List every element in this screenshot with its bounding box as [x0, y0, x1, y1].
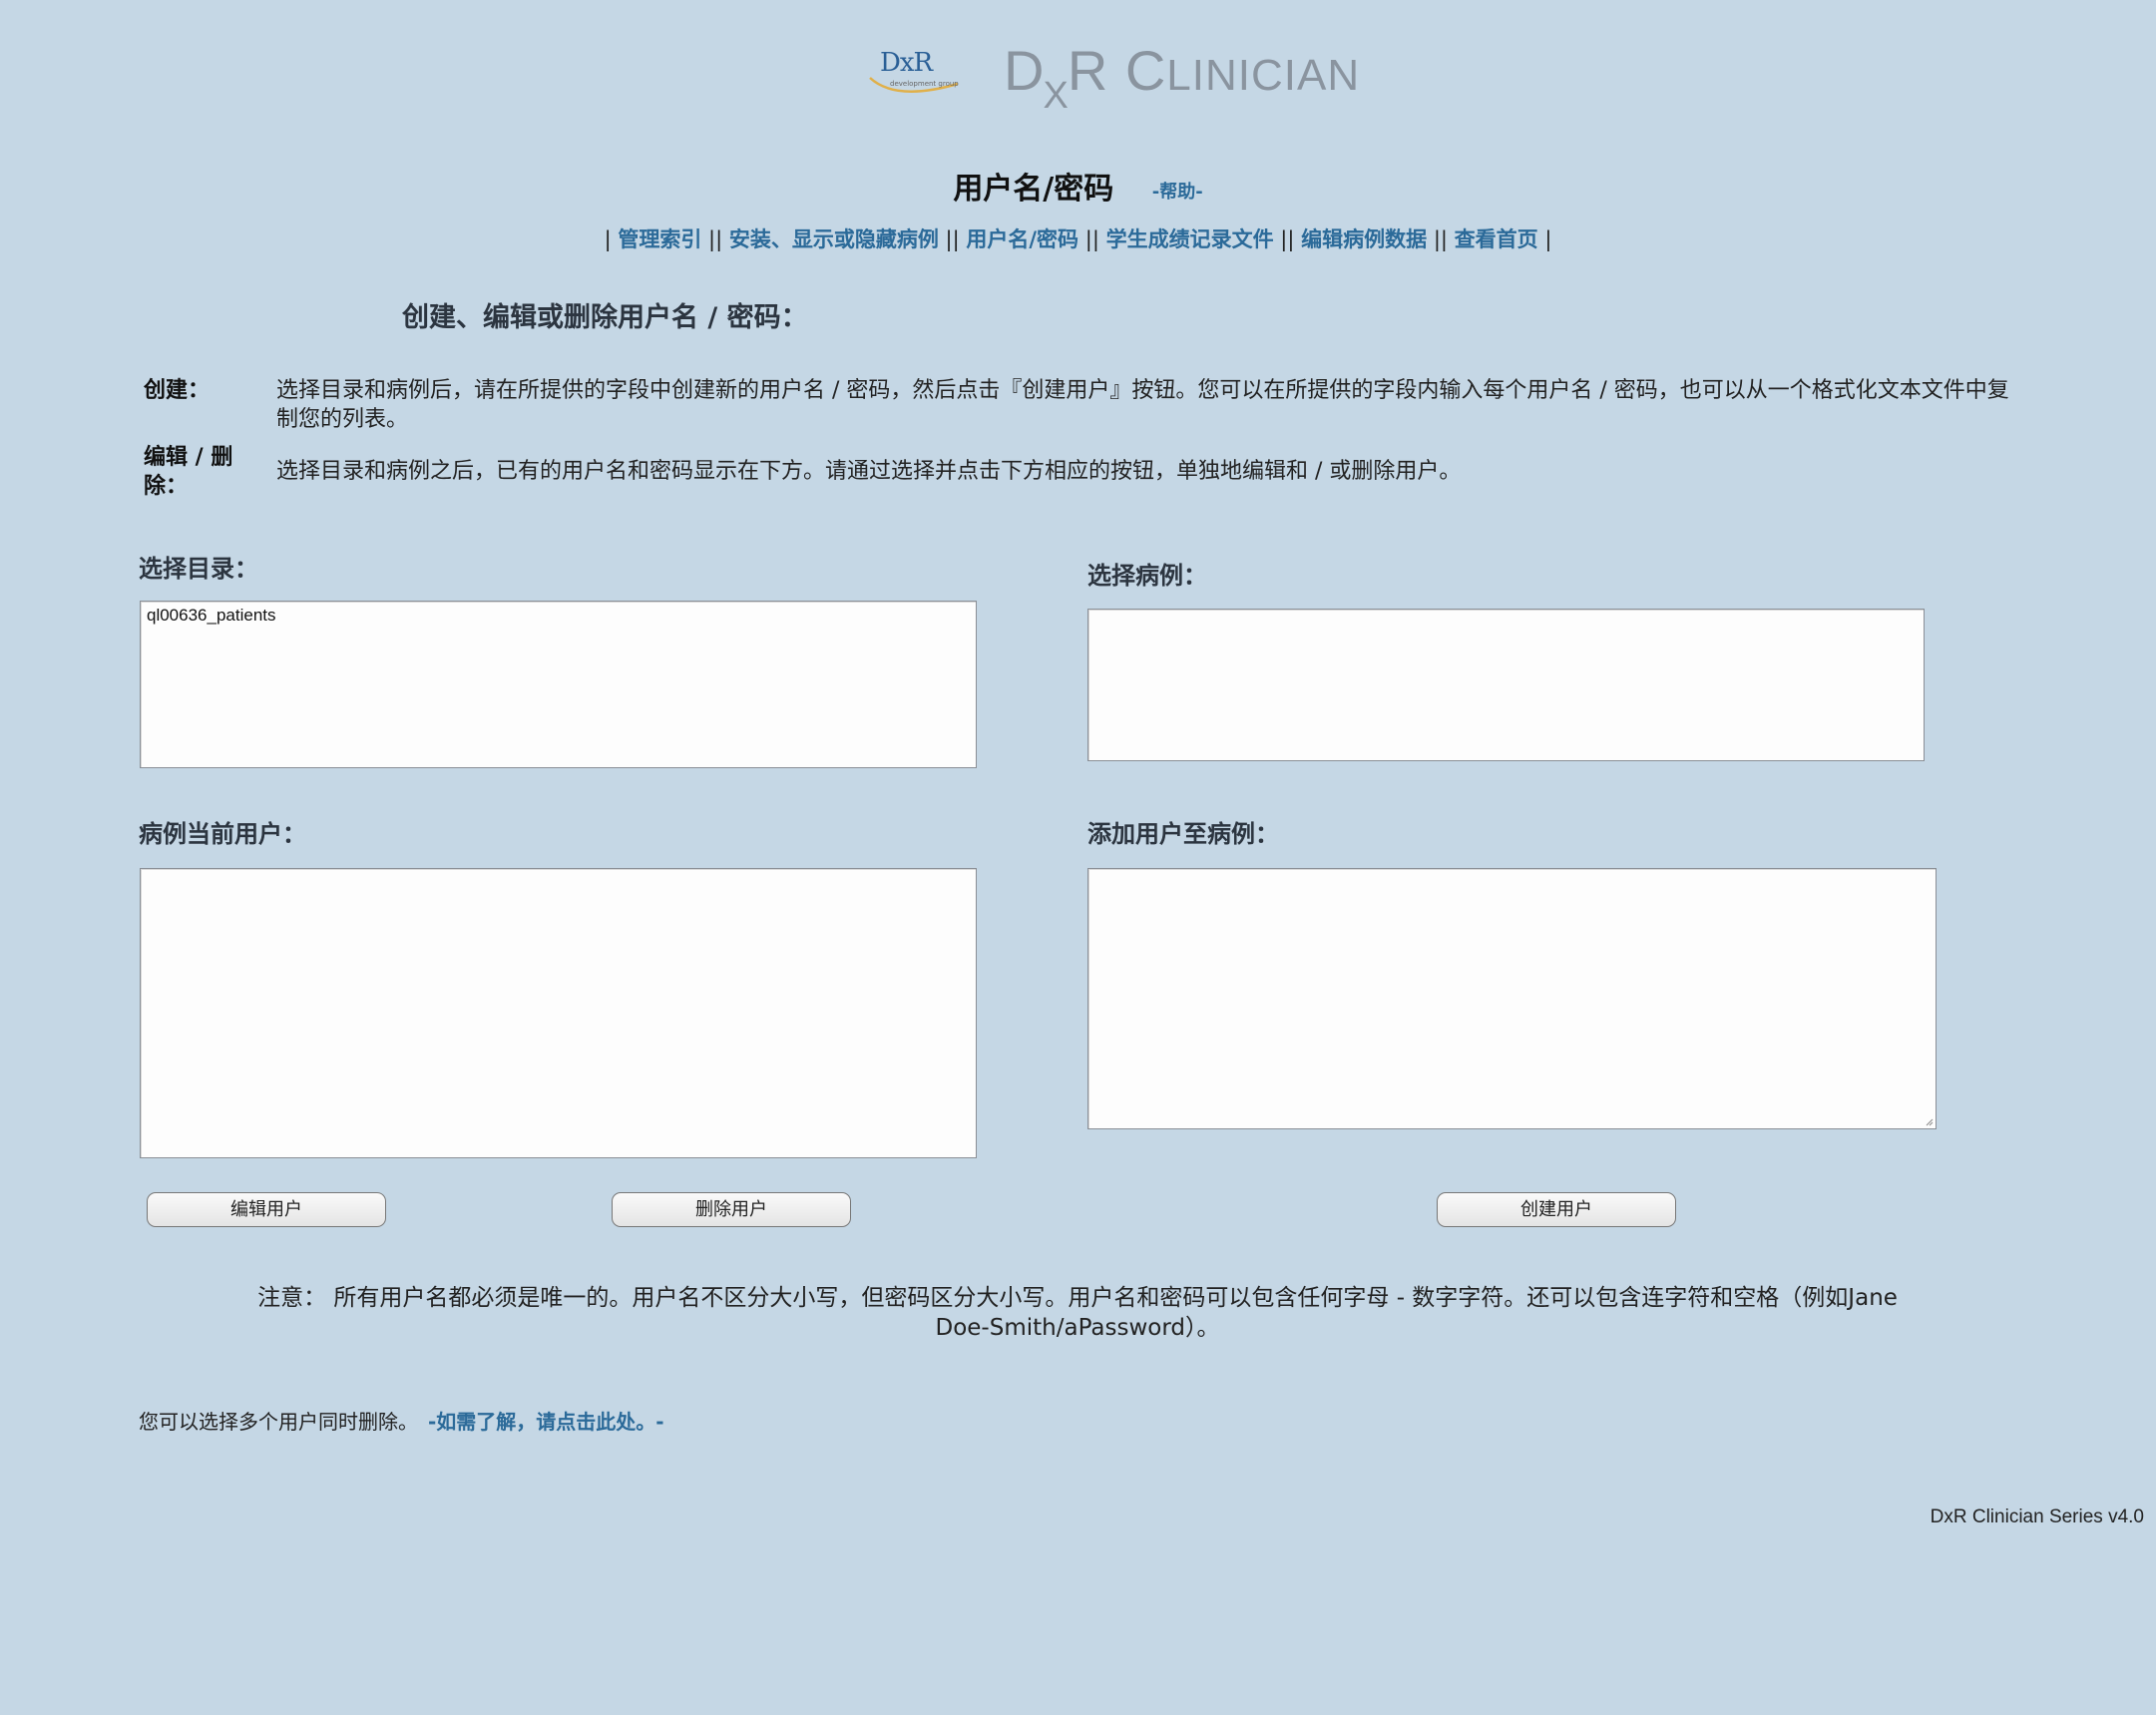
section-title: 创建、编辑或删除用户名 / 密码：	[402, 302, 808, 333]
logo-big-rest: LINICIAN	[1166, 51, 1361, 100]
multi-delete-text: 您可以选择多个用户同时删除。	[139, 1410, 418, 1434]
nav-usernames-passwords[interactable]: 用户名/密码	[966, 227, 1078, 251]
add-users-textarea[interactable]	[1087, 868, 1937, 1129]
page-title-row: 用户名/密码 -帮助-	[0, 164, 2156, 208]
multi-delete-hint: 您可以选择多个用户同时删除。 -如需了解，请点击此处。-	[139, 1406, 664, 1435]
logo-big-d: D	[1004, 39, 1046, 102]
nav-separator: |	[1544, 227, 1552, 251]
select-case-label: 选择病例：	[1087, 562, 1207, 590]
dxr-development-group-logo: DxR development group	[866, 44, 966, 100]
directory-listbox[interactable]: ql00636_patients	[140, 601, 977, 768]
resize-grip-icon[interactable]	[1926, 1118, 1934, 1126]
create-term: 创建：	[144, 378, 211, 403]
nav-edit-case-data[interactable]: 编辑病例数据	[1301, 227, 1427, 251]
create-user-button[interactable]: 创建用户	[1437, 1192, 1676, 1227]
nav-separator: ||	[1084, 227, 1099, 251]
nav-separator: ||	[945, 227, 960, 251]
nav-separator: ||	[1280, 227, 1295, 251]
dxr-clinician-logo: DXR CLINICIAN	[1004, 38, 1361, 117]
nav-view-homepage[interactable]: 查看首页	[1455, 227, 1538, 251]
logo-small-text: DxR	[880, 48, 933, 78]
logo-small-subtext: development group	[890, 80, 959, 88]
nav-separator: ||	[708, 227, 723, 251]
add-users-label: 添加用户至病例：	[1087, 820, 1279, 848]
directory-option[interactable]: ql00636_patients	[141, 602, 976, 630]
logo-big-r: R	[1067, 39, 1109, 102]
case-listbox[interactable]	[1087, 609, 1925, 761]
delete-user-button[interactable]: 删除用户	[612, 1192, 851, 1227]
page-title: 用户名/密码	[953, 172, 1114, 207]
edit-delete-description: 选择目录和病例之后，已有的用户名和密码显示在下方。请通过选择并点击下方相应的按钮…	[276, 459, 1462, 484]
logo-big-c: C	[1124, 39, 1167, 102]
logo-big-x: X	[1043, 75, 1070, 117]
current-users-listbox[interactable]	[140, 868, 977, 1158]
edit-delete-term: 编辑 / 删除：	[144, 445, 233, 499]
help-link[interactable]: -帮助-	[1152, 182, 1203, 203]
nav-install-cases[interactable]: 安装、显示或隐藏病例	[729, 227, 939, 251]
learn-more-link[interactable]: -如需了解，请点击此处。-	[428, 1410, 664, 1434]
create-description: 选择目录和病例后，请在所提供的字段中创建新的用户名 / 密码，然后点击『创建用户…	[276, 378, 2009, 432]
nav-student-records[interactable]: 学生成绩记录文件	[1106, 227, 1274, 251]
nav-separator: |	[604, 227, 612, 251]
current-users-label: 病例当前用户：	[139, 820, 306, 848]
edit-user-button[interactable]: 编辑用户	[147, 1192, 386, 1227]
nav-separator: ||	[1433, 227, 1448, 251]
version-label: DxR Clinician Series v4.0	[1930, 1506, 2144, 1527]
nav-admin-index[interactable]: 管理索引	[618, 227, 701, 251]
select-directory-label: 选择目录：	[139, 555, 258, 583]
note-text: 注意： 所有用户名都必须是唯一的。用户名不区分大小写，但密码区分大小写。用户名和…	[257, 1285, 1898, 1341]
admin-nav: | 管理索引 || 安装、显示或隐藏病例 || 用户名/密码 || 学生成绩记录…	[0, 223, 2156, 253]
